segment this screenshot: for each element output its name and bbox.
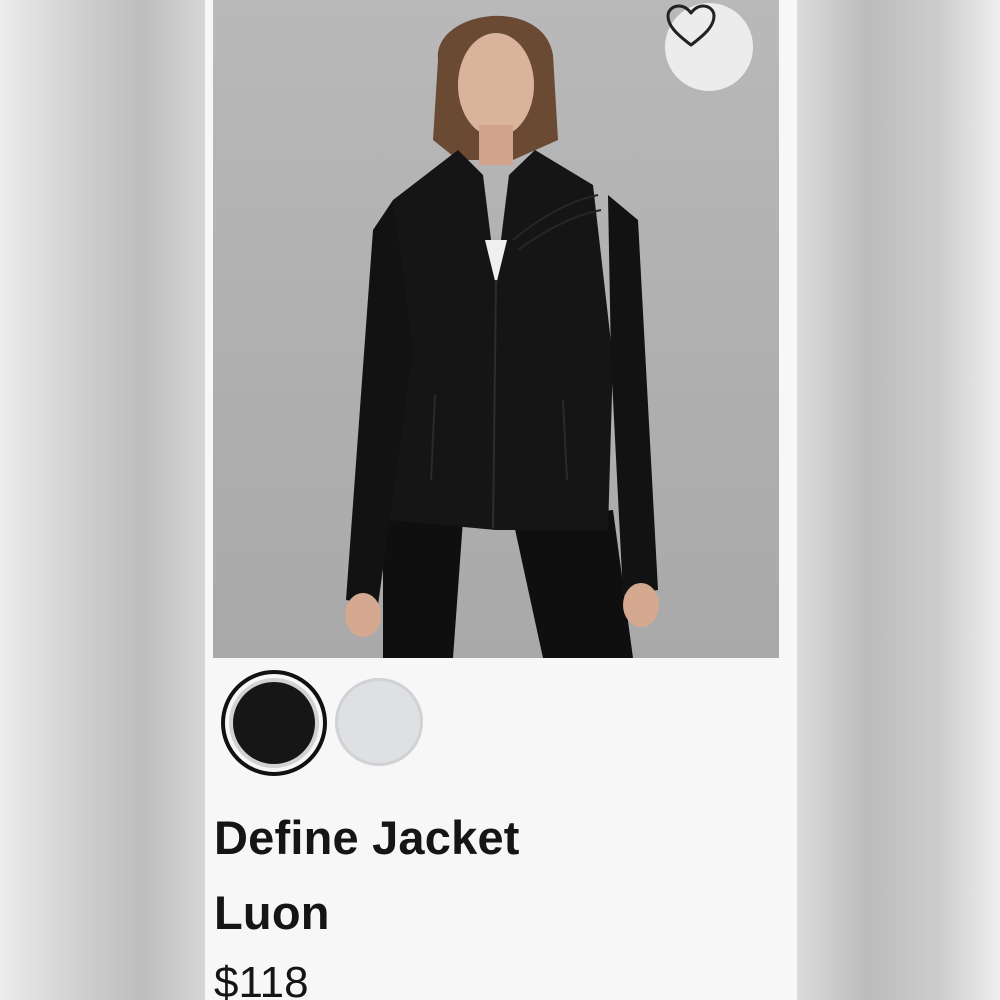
heart-outline-icon [666, 4, 716, 47]
product-name-line2[interactable]: Luon [214, 885, 330, 940]
product-price: $118 [214, 958, 309, 1000]
blurred-background-left [0, 0, 205, 1000]
product-card[interactable]: Define Jacket Luon $118 [205, 0, 797, 1000]
model-in-jacket-illustration [345, 15, 659, 658]
swatch-light-grey-color [335, 678, 423, 766]
wishlist-button[interactable] [665, 3, 753, 91]
product-image[interactable] [213, 0, 779, 658]
swatch-black-color [233, 682, 315, 764]
blurred-background-right [795, 0, 1000, 1000]
swatch-light-grey[interactable] [335, 678, 423, 766]
swatch-black[interactable] [221, 670, 327, 776]
color-swatches [221, 668, 521, 780]
product-name-line1[interactable]: Define Jacket [214, 810, 520, 865]
